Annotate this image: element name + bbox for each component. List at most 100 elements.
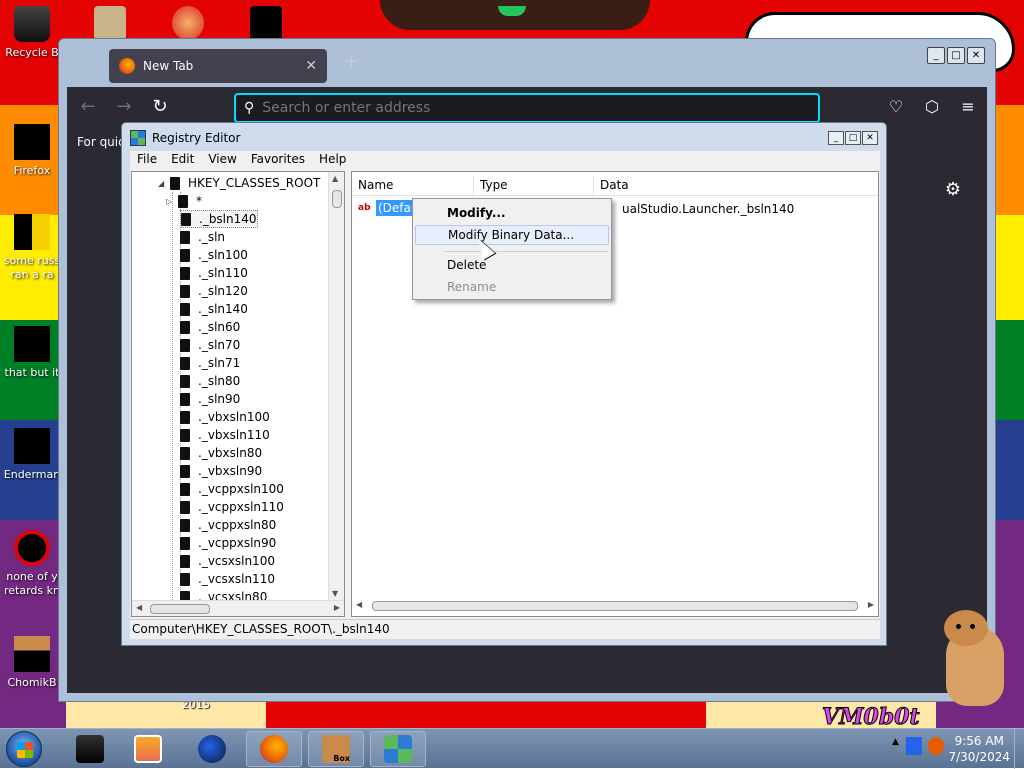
tree-item[interactable]: ._sln110 — [180, 264, 248, 282]
column-name[interactable]: Name — [352, 176, 474, 195]
tree-item[interactable]: ._sln — [180, 228, 225, 246]
column-data[interactable]: Data — [594, 176, 878, 195]
menu-item-rename: Rename — [447, 280, 497, 294]
scroll-right-icon[interactable]: ▶ — [868, 600, 874, 609]
tree-item[interactable]: ._vcppxsln110 — [180, 498, 284, 516]
tree-item[interactable]: ._vbxsln90 — [180, 462, 262, 480]
tree-item[interactable]: ._sln90 — [180, 390, 240, 408]
show-desktop-button[interactable] — [1014, 729, 1024, 769]
tree-item[interactable]: ._vbxsln110 — [180, 426, 270, 444]
tree-item[interactable]: ▷ * — [166, 192, 202, 210]
tree-item[interactable]: ._sln140 — [180, 300, 248, 318]
folder-icon — [180, 446, 190, 460]
scroll-thumb[interactable] — [332, 190, 342, 208]
pocket-icon[interactable]: ♡ — [885, 93, 907, 121]
tree-vertical-scrollbar[interactable]: ▲ ▼ — [328, 172, 344, 600]
search-input[interactable] — [262, 100, 783, 116]
scroll-thumb[interactable] — [372, 601, 858, 611]
scroll-left-icon[interactable]: ◀ — [136, 603, 142, 612]
tree-item-hkcr[interactable]: ◢ HKEY_CLASSES_ROOT — [158, 174, 320, 192]
desktop-icon-some-russ[interactable]: some russ ran a ra — [0, 214, 64, 282]
menu-icon[interactable]: ≡ — [957, 93, 979, 121]
tree-item[interactable]: ._sln70 — [180, 336, 240, 354]
desktop-icon-firefox[interactable]: Firefox — [0, 124, 64, 178]
tree-item-label: HKEY_CLASSES_ROOT — [188, 176, 321, 190]
tree-item[interactable]: ._vcppxsln100 — [180, 480, 284, 498]
menu-item-delete[interactable]: Delete — [415, 255, 609, 275]
network-icon[interactable] — [906, 737, 922, 755]
tree-item[interactable]: ._vcsxsln100 — [180, 552, 275, 570]
scroll-thumb[interactable] — [150, 604, 210, 614]
expand-icon[interactable]: ▷ — [166, 197, 178, 206]
close-button[interactable]: ✕ — [862, 131, 878, 145]
forward-icon[interactable]: → — [109, 92, 139, 122]
desktop-icon-partial-2[interactable] — [172, 6, 204, 40]
tree-item[interactable]: ._sln100 — [180, 246, 248, 264]
taskbar-item-firefox[interactable] — [246, 731, 302, 767]
tree-item[interactable]: ._vbxsln80 — [180, 444, 262, 462]
desktop-icon-partial-1[interactable] — [94, 6, 126, 40]
tree-item-label: ._vcsxsln100 — [198, 554, 275, 568]
close-tab-icon[interactable]: ✕ — [305, 58, 317, 74]
menu-edit[interactable]: Edit — [164, 151, 201, 169]
reload-icon[interactable]: ↻ — [145, 92, 175, 122]
values-horizontal-scrollbar[interactable]: ◀ ▶ — [352, 598, 878, 614]
tree-item[interactable]: ._vcppxsln80 — [180, 516, 276, 534]
system-clock[interactable]: 9:56 AM 7/30/2024 — [948, 733, 1010, 765]
scroll-left-icon[interactable]: ◀ — [356, 600, 362, 609]
menu-item-modify-binary[interactable]: Modify Binary Data... — [415, 225, 609, 245]
tree-item[interactable]: ._sln80 — [180, 372, 240, 390]
desktop-icon-none-of-y[interactable]: none of y retards kn — [0, 530, 64, 598]
maximize-button[interactable]: □ — [845, 131, 861, 145]
tree-item[interactable]: ._bsln140 — [180, 210, 258, 228]
menu-item-modify[interactable]: Modify... — [415, 203, 609, 223]
tree-item[interactable]: ._sln60 — [180, 318, 240, 336]
taskbar-item-globe[interactable] — [184, 731, 240, 767]
collapse-icon[interactable]: ◢ — [158, 179, 170, 188]
close-button[interactable]: ✕ — [967, 47, 985, 64]
tree-item[interactable]: ._vbxsln100 — [180, 408, 270, 426]
tree-horizontal-scrollbar[interactable]: ◀ ▶ — [132, 600, 344, 616]
menu-view[interactable]: View — [201, 151, 243, 169]
maximize-button[interactable]: □ — [947, 47, 965, 64]
start-button[interactable] — [6, 731, 42, 767]
url-bar[interactable]: ⚲ — [234, 93, 820, 123]
file-icon — [14, 326, 50, 362]
tab-new-tab[interactable]: New Tab ✕ — [109, 49, 327, 83]
desktop-icon-partial-3[interactable] — [250, 6, 282, 40]
title-bar[interactable]: Registry Editor — [122, 123, 886, 153]
taskbar-item-app1[interactable] — [62, 731, 118, 767]
taskbar-item-regedit[interactable] — [370, 731, 426, 767]
taskbar-item-media-player[interactable] — [120, 731, 176, 767]
extensions-icon[interactable]: ⬡ — [921, 93, 943, 121]
desktop-icon-chomikb[interactable]: ChomikB — [0, 636, 64, 690]
scroll-up-icon[interactable]: ▲ — [332, 174, 338, 183]
desktop-icon-enderman[interactable]: Enderman — [0, 428, 64, 482]
folder-icon — [180, 320, 190, 334]
tree-item[interactable]: ._vcsxsln110 — [180, 570, 275, 588]
desktop-icon-label: Enderman — [3, 468, 61, 481]
desktop-icon-recycle-bin[interactable]: Recycle B — [0, 6, 64, 60]
menu-favorites[interactable]: Favorites — [244, 151, 312, 169]
tree-item-label: ._vbxsln90 — [198, 464, 263, 478]
scroll-down-icon[interactable]: ▼ — [332, 589, 338, 598]
minimize-button[interactable]: _ — [828, 131, 844, 145]
tree-item-label: ._sln140 — [198, 302, 248, 316]
column-type[interactable]: Type — [474, 176, 594, 195]
new-tab-button[interactable]: + — [344, 51, 359, 72]
tree-item[interactable]: ._sln71 — [180, 354, 240, 372]
tree-item[interactable]: ._sln120 — [180, 282, 248, 300]
desktop-icon-label: that but it — [4, 366, 60, 379]
menu-help[interactable]: Help — [312, 151, 353, 169]
volume-icon[interactable] — [928, 737, 944, 755]
tree-item-label: ._vcppxsln90 — [198, 536, 277, 550]
menu-file[interactable]: File — [130, 151, 164, 169]
minimize-button[interactable]: _ — [927, 47, 945, 64]
back-icon[interactable]: ← — [73, 92, 103, 122]
tree-item[interactable]: ._vcppxsln90 — [180, 534, 276, 552]
gear-icon[interactable]: ⚙ — [945, 179, 961, 200]
tray-expand-icon[interactable]: ▲ — [892, 737, 900, 755]
taskbar-item-box[interactable]: Box — [308, 731, 364, 767]
desktop-icon-that-but-it[interactable]: that but it — [0, 326, 64, 380]
scroll-right-icon[interactable]: ▶ — [334, 603, 340, 612]
